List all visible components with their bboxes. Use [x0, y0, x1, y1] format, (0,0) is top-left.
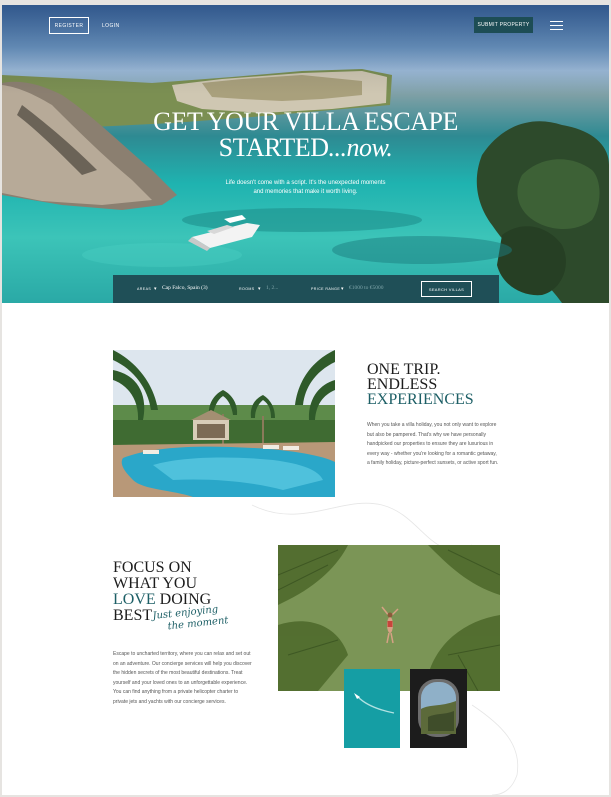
- section1-heading-line1: ONE TRIP.: [367, 361, 441, 378]
- section2-heading-line1: FOCUS ON: [113, 559, 192, 576]
- section2-heading-line2: WHAT YOU: [113, 575, 197, 592]
- section2-body-text: Escape to uncharted territory, where you…: [113, 651, 252, 705]
- section2-heading-love: LOVE: [113, 591, 156, 608]
- pool-resort-image: [113, 350, 335, 497]
- page: REGISTER LOGIN SUBMIT PROPERTY GET YOUR …: [2, 5, 609, 795]
- section1-heading-line2: ENDLESS: [367, 376, 438, 393]
- pool-resort-graphic: [113, 350, 335, 497]
- aerial-boat-image: [344, 669, 400, 748]
- aerial-boat-graphic: [344, 669, 400, 748]
- section1-body-text: When you take a villa holiday, you not o…: [367, 422, 499, 467]
- airplane-window-image: [410, 669, 467, 748]
- section1-heading: ONE TRIP. ENDLESS EXPERIENCES: [367, 361, 474, 408]
- airplane-window-graphic: [410, 669, 467, 748]
- section1-heading-accent: EXPERIENCES: [367, 391, 474, 408]
